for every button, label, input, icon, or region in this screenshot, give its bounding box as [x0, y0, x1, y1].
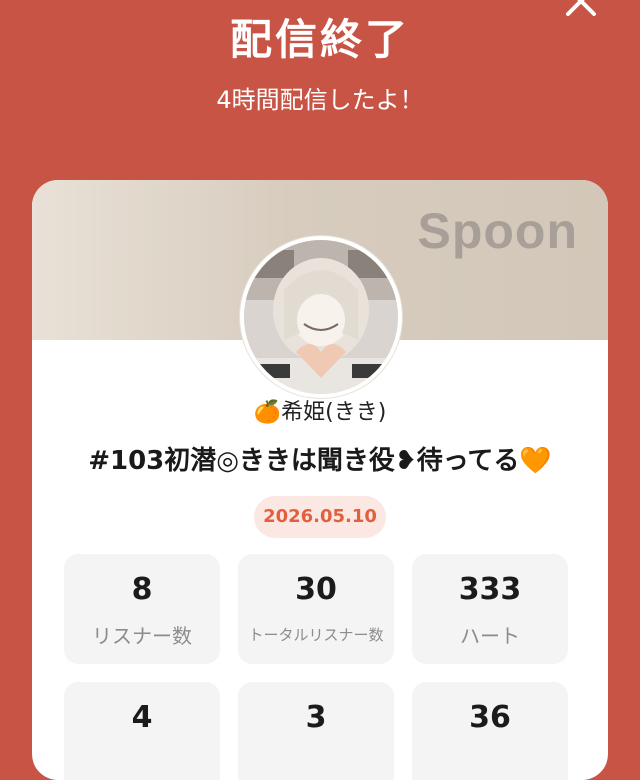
page-title: 配信終了: [229, 15, 410, 64]
stat-6: 36: [412, 682, 568, 780]
stat-listeners: 8 リスナー数: [64, 554, 220, 664]
stat-label: リスナー数: [92, 624, 192, 648]
live-title: #103初潜◎ききは聞き役❥待ってる🧡: [88, 446, 552, 476]
duration-message: 4時間配信したよ！: [216, 86, 424, 114]
result-card: Spoon 🍊希姫(きき) #103初潜◎ききは聞き役❥待ってる🧡 2026.0…: [32, 180, 608, 780]
streamer-name: 🍊希姫(きき): [253, 400, 387, 425]
stat-4: 4: [64, 682, 220, 780]
stat-value: 36: [469, 700, 511, 735]
stat-hearts: 333 ハート: [412, 554, 568, 664]
date-badge: 2026.05.10: [254, 496, 386, 538]
avatar: [240, 236, 402, 398]
close-icon[interactable]: [558, 0, 602, 32]
stat-value: 30: [295, 572, 337, 607]
avatar-image: [244, 240, 398, 394]
stat-label: ハート: [460, 624, 520, 648]
stat-label: トータルリスナー数: [248, 626, 384, 644]
stat-total-listeners: 30 トータルリスナー数: [238, 554, 394, 664]
stat-5: 3: [238, 682, 394, 780]
stat-value: 3: [305, 700, 327, 735]
brand-logo: Spoon: [417, 203, 578, 259]
stat-value: 333: [458, 572, 522, 607]
stat-value: 4: [131, 700, 153, 735]
stat-value: 8: [131, 572, 153, 607]
